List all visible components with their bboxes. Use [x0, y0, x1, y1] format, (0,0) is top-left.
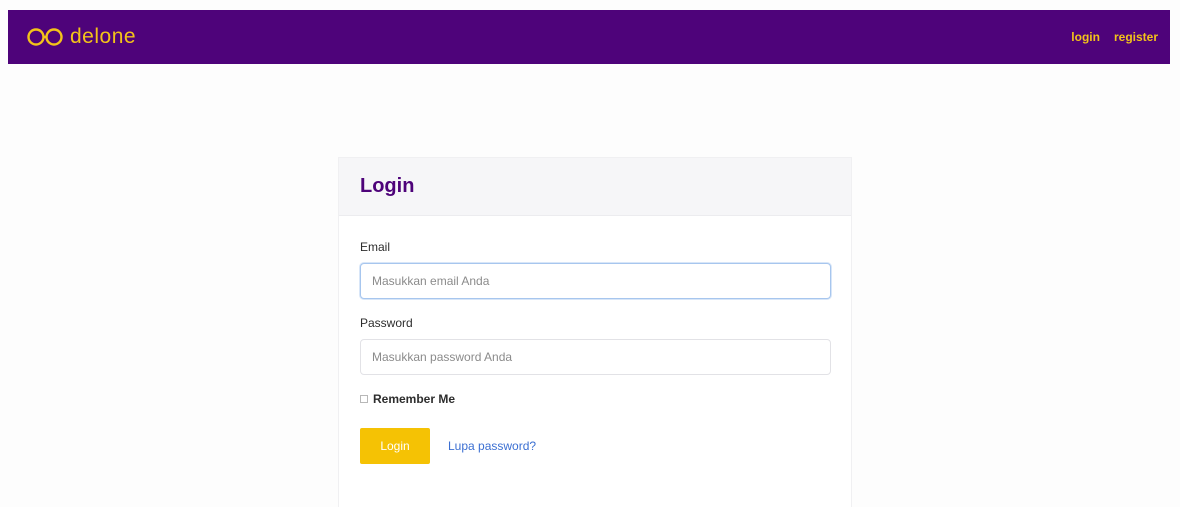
top-navbar: delone login register [8, 10, 1170, 64]
login-form: Email Password Remember Me Login Lupa pa… [339, 216, 851, 464]
email-input[interactable] [360, 263, 831, 299]
email-label: Email [360, 240, 391, 254]
nav-register-link[interactable]: register [1114, 30, 1158, 44]
remember-me-label[interactable]: Remember Me [373, 392, 455, 406]
forgot-password-link[interactable]: Lupa password? [448, 439, 536, 453]
brand-name: delone [70, 25, 137, 48]
login-card: Login Email Password Remember Me Login L… [338, 157, 852, 507]
card-header: Login [339, 158, 851, 216]
password-label: Password [360, 316, 413, 330]
page: delone login register Login Email Passwo… [0, 0, 1180, 507]
brand-logo-link[interactable]: delone [26, 25, 136, 49]
remember-me-checkbox[interactable] [360, 395, 368, 403]
password-input[interactable] [360, 339, 831, 375]
email-field-group: Email [360, 240, 831, 299]
remember-me-row: Remember Me [360, 392, 830, 406]
nav-login-link[interactable]: login [1071, 30, 1100, 44]
form-actions: Login Lupa password? [360, 428, 830, 464]
login-button[interactable]: Login [360, 428, 430, 464]
password-field-group: Password [360, 316, 831, 375]
glasses-icon [26, 26, 66, 48]
nav-links: login register [1071, 30, 1158, 44]
login-title: Login [360, 175, 415, 197]
